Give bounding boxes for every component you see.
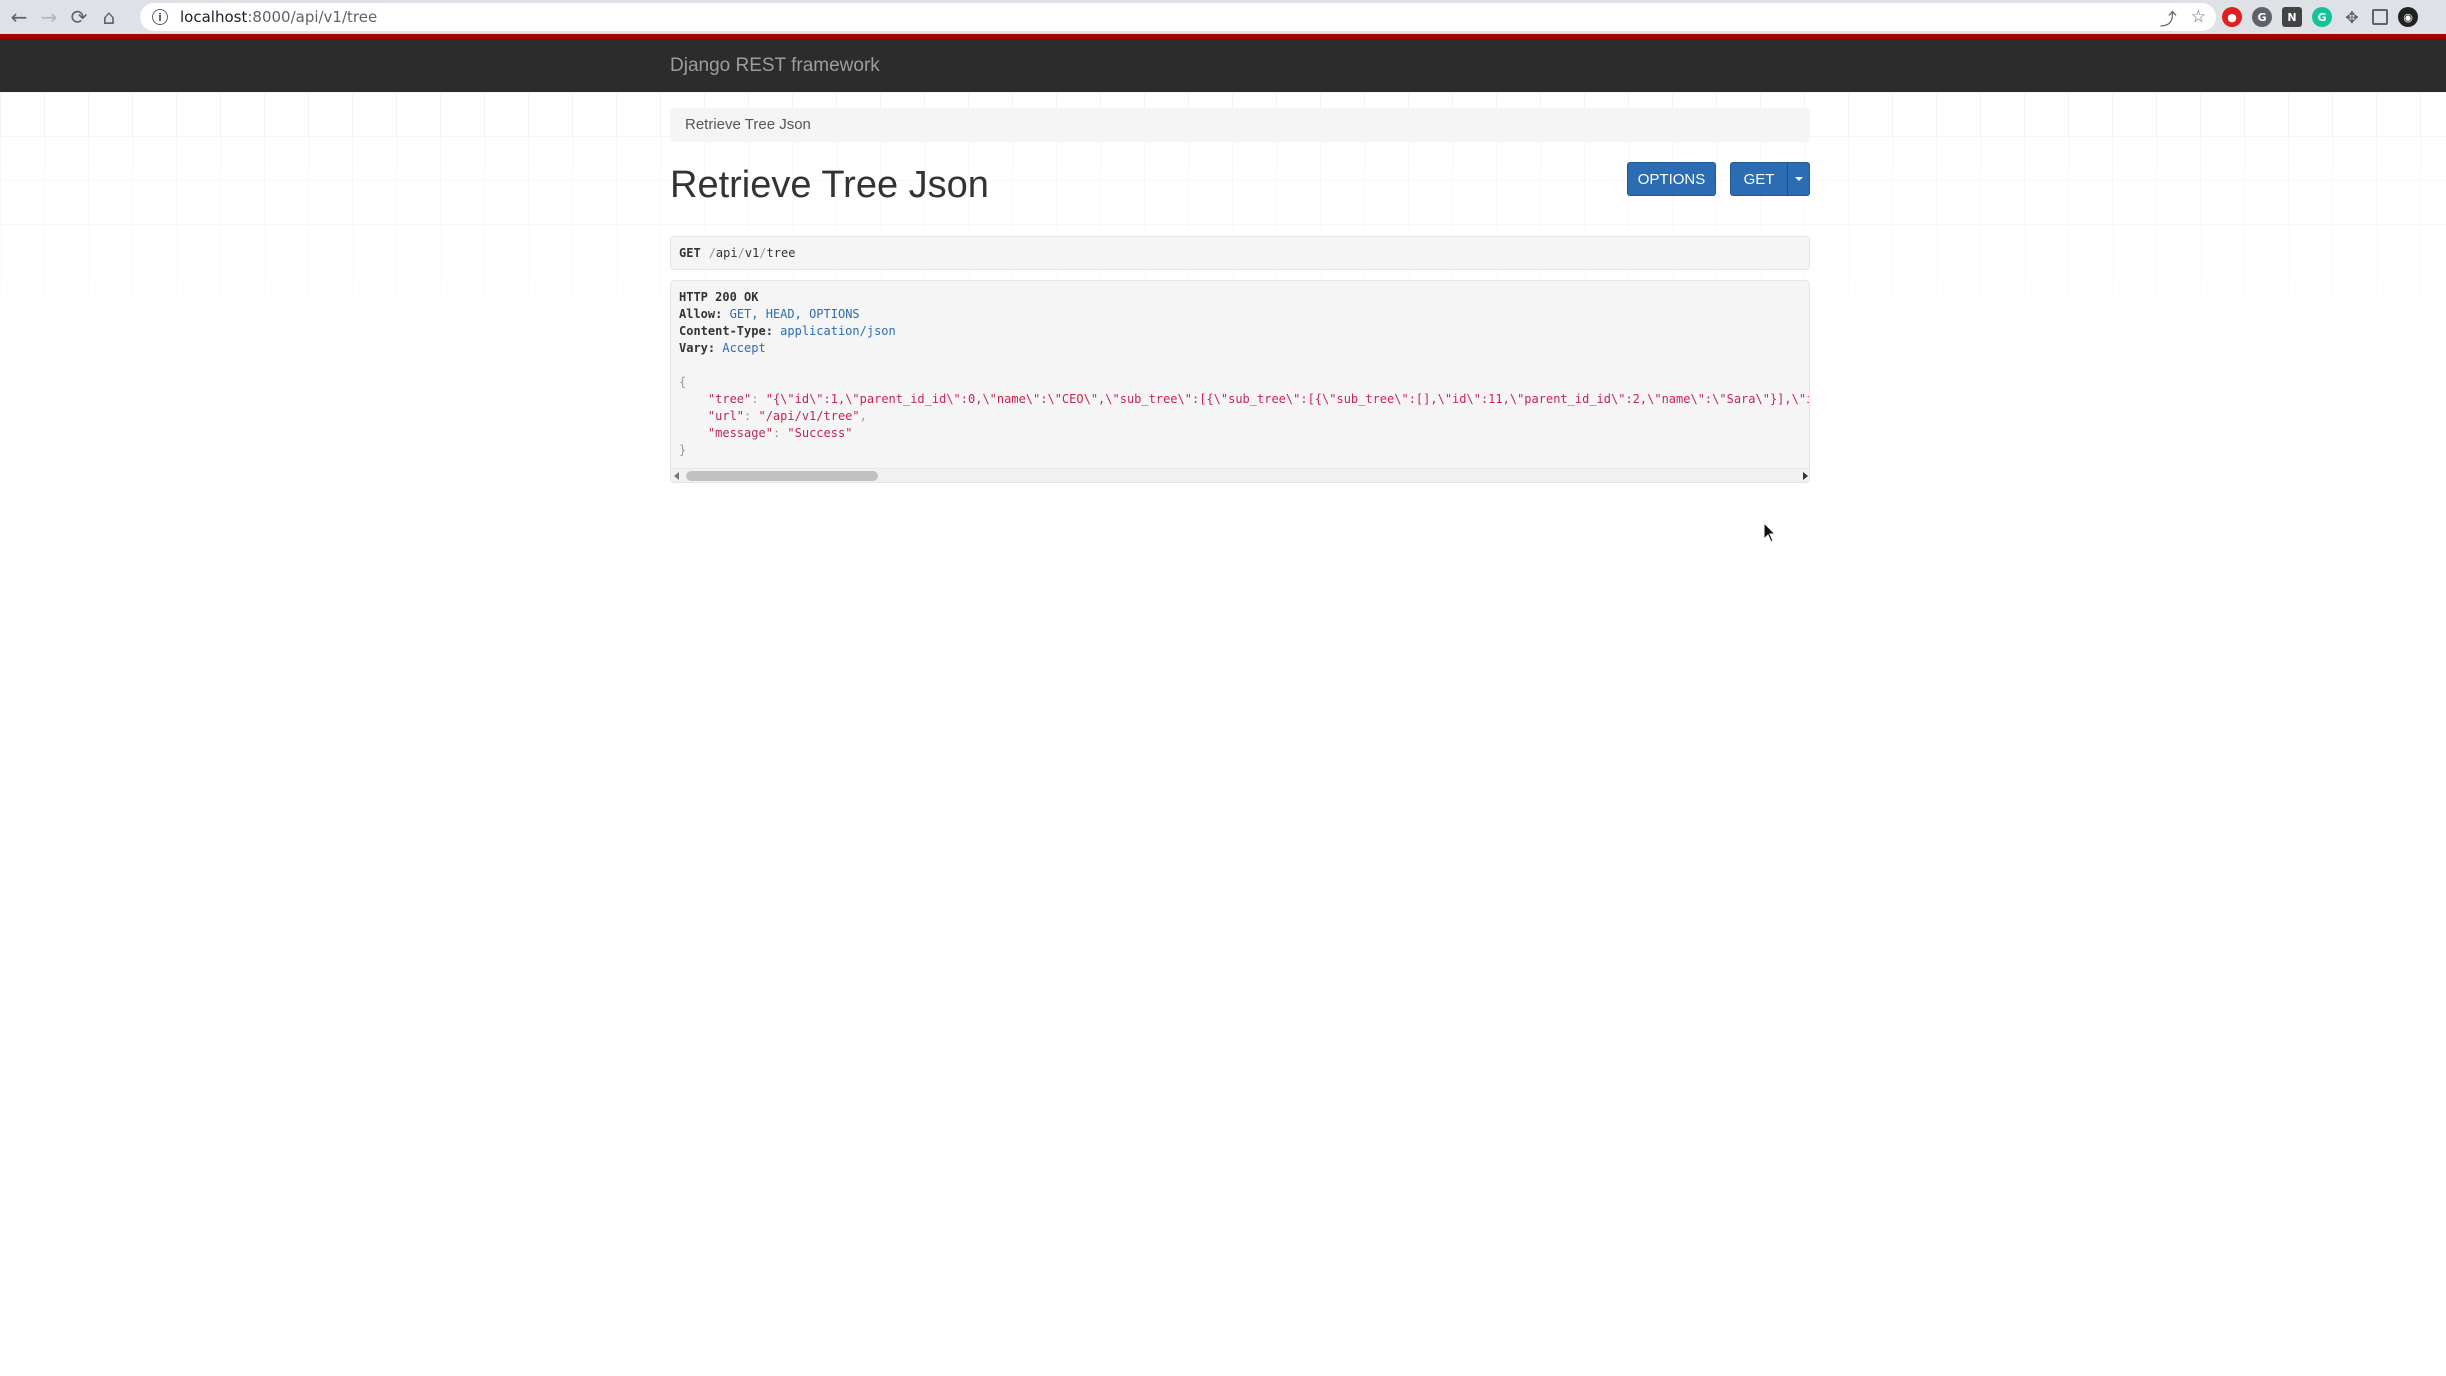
json-open-brace: { (679, 375, 687, 389)
adblock-extension-icon[interactable]: ● (2222, 7, 2242, 27)
grammarly-extension-icon[interactable]: G (2312, 7, 2332, 27)
info-icon[interactable]: i (152, 9, 168, 25)
notes-extension-icon[interactable]: N (2282, 7, 2302, 27)
request-method: GET (679, 246, 701, 260)
page-title: Retrieve Tree Json (670, 164, 989, 206)
json-field: "url": "/api/v1/tree", (707, 409, 867, 423)
response-info: HTTP 200 OK Allow: GET, HEAD, OPTIONS Cont… (670, 280, 1810, 483)
home-icon[interactable]: ⌂ (94, 2, 124, 32)
bookmark-star-icon[interactable]: ☆ (2191, 7, 2206, 27)
response-content: HTTP 200 OK Allow: GET, HEAD, OPTIONS Cont… (679, 289, 1810, 459)
request-path-segment: tree (766, 246, 796, 260)
breadcrumb: Retrieve Tree Json (670, 108, 1810, 142)
horizontal-scrollbar[interactable] (671, 468, 1809, 482)
url-text[interactable]: localhost:8000/api/v1/tree (180, 8, 377, 26)
scrollbar-thumb[interactable] (686, 471, 878, 481)
request-path-segment: v1 (744, 246, 760, 260)
reload-icon[interactable]: ⟳ (64, 2, 94, 32)
drf-navbar: Django REST framework (0, 34, 2446, 92)
breadcrumb-item[interactable]: Retrieve Tree Json (685, 116, 811, 133)
json-key: "message" (707, 426, 773, 440)
json-value: "/api/v1/tree" (758, 409, 860, 423)
caret-down-icon (1794, 177, 1803, 181)
scroll-left-arrow-icon[interactable] (674, 472, 679, 480)
brand-link[interactable]: Django REST framework (670, 55, 880, 77)
share-icon[interactable]: ⤴ (2160, 5, 2177, 30)
json-field: "message": "Success" (707, 426, 853, 440)
json-close-brace: } (679, 443, 687, 457)
options-button[interactable]: OPTIONS (1627, 162, 1716, 196)
main-content: Retrieve Tree Json Retrieve Tree Json OP… (670, 108, 1810, 483)
side-panel-icon[interactable] (2372, 9, 2388, 25)
url-host: localhost (180, 8, 248, 26)
get-button[interactable]: GET (1730, 162, 1788, 196)
response-header: Vary: Accept (679, 341, 766, 355)
page-header: Retrieve Tree Json OPTIONS GET (670, 156, 1810, 236)
scroll-right-arrow-icon[interactable] (1803, 472, 1808, 480)
json-key: "tree" (707, 392, 752, 406)
json-key: "url" (707, 409, 745, 423)
request-info: GET / api / v1/tree (670, 236, 1810, 270)
url-path: :8000/api/v1/tree (247, 8, 378, 26)
response-header: Content-Type: application/json (679, 324, 896, 338)
profile-avatar[interactable]: ◉ (2398, 7, 2418, 27)
forward-arrow-icon[interactable]: → (34, 2, 64, 32)
mouse-cursor-icon (1763, 522, 1777, 543)
extensions-bar: ● G N G ✥ ◉ (2222, 0, 2418, 34)
get-format-dropdown-button[interactable] (1787, 162, 1810, 196)
response-status: HTTP 200 OK (679, 290, 759, 304)
request-path-segment: api (715, 246, 738, 260)
response-header: Allow: GET, HEAD, OPTIONS (679, 307, 860, 321)
back-arrow-icon[interactable]: ← (4, 2, 34, 32)
address-bar[interactable]: i localhost:8000/api/v1/tree ⤴ ☆ (140, 3, 2216, 31)
json-value: "{\"id\":1,\"parent_id_id\":0,\"name\":\… (765, 392, 1810, 406)
json-value: "Success" (787, 426, 853, 440)
puzzle-extensions-icon[interactable]: ✥ (2342, 7, 2362, 27)
browser-toolbar: ← → ⟳ ⌂ i localhost:8000/api/v1/tree ⤴ ☆… (0, 0, 2446, 34)
translate-extension-icon[interactable]: G (2252, 7, 2272, 27)
json-field: "tree": "{\"id\":1,\"parent_id_id\":0,\"… (679, 391, 1810, 408)
